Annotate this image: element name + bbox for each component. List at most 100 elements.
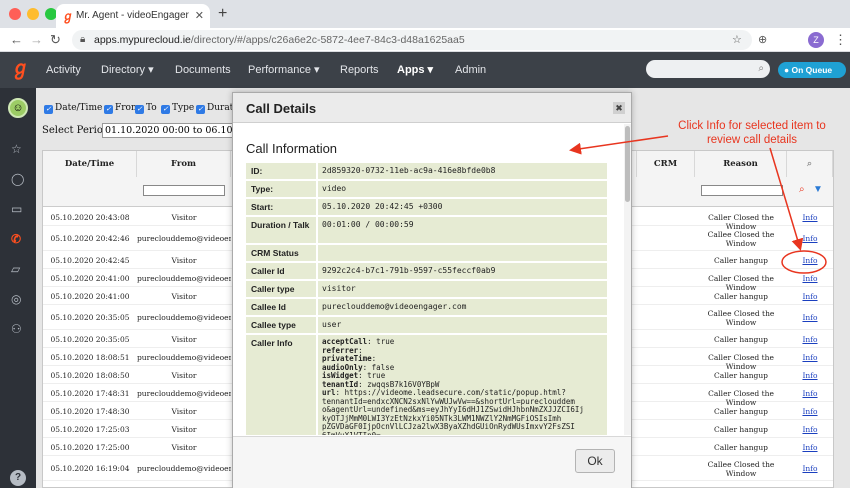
row-info-link[interactable]: Info <box>795 256 825 265</box>
user-avatar[interactable]: ☺ <box>8 98 28 118</box>
checkbox-checked-icon: ✓ <box>104 105 113 114</box>
url-path: /directory/#/apps/c26a6e2c-5872-4ee7-84c… <box>190 34 465 46</box>
call-info-value: 00:01:00 / 00:00:59 <box>318 217 607 243</box>
period-input[interactable]: 01.10.2020 00:00 to 06.10.2020 <box>102 123 242 138</box>
nav-admin[interactable]: Admin <box>455 63 486 77</box>
on-queue-toggle[interactable]: ● On Queue <box>778 62 846 78</box>
column-header-from[interactable]: From <box>137 151 231 177</box>
user-settings-icon[interactable]: ⚇ <box>11 322 22 336</box>
app-top-nav: ℊ Activity Directory ▾ Documents Perform… <box>0 52 850 88</box>
nav-performance[interactable]: Performance ▾ <box>248 63 320 77</box>
call-info-row: Start: 05.10.2020 20:42:45 +0300 <box>246 199 607 215</box>
row-datetime: 05.10.2020 20:35:05 <box>50 313 130 322</box>
row-info-link[interactable]: Info <box>795 389 825 398</box>
nav-activity[interactable]: Activity <box>46 63 81 77</box>
row-info-link[interactable]: Info <box>795 274 825 283</box>
row-reason: Caller hangup <box>714 406 768 416</box>
column-header-datetime[interactable]: Date/Time <box>43 151 137 177</box>
row-from: Visitor <box>171 442 197 452</box>
reload-icon[interactable]: ↻ <box>50 32 61 48</box>
call-info-row: Callee Id pureclouddemo@videoengager.com <box>246 299 607 315</box>
profile-avatar[interactable]: Z <box>808 32 824 48</box>
global-search-input[interactable]: ⌕ <box>646 60 770 78</box>
column-header-crm[interactable]: CRM <box>637 151 695 177</box>
back-arrow-icon[interactable]: ← <box>10 32 23 48</box>
browser-tab[interactable]: ℊ Mr. Agent - videoEngager ✕ <box>56 4 210 28</box>
row-info-link[interactable]: Info <box>795 292 825 301</box>
row-datetime: 05.10.2020 20:35:05 <box>50 334 130 344</box>
filter-funnel-icon[interactable]: ▼ <box>813 184 823 196</box>
dialog-title: Call Details <box>246 101 317 116</box>
row-info-link[interactable]: Info <box>795 234 825 243</box>
row-from: pureclouddemo@videoengager <box>137 313 231 322</box>
nav-reports[interactable]: Reports <box>340 63 379 77</box>
call-info-row: Type: video <box>246 181 607 197</box>
nav-apps[interactable]: Apps ▾ <box>397 63 433 77</box>
video-icon[interactable]: ▭ <box>11 202 22 216</box>
tab-title: Mr. Agent - videoEngager <box>76 10 189 21</box>
phone-icon[interactable]: ✆ <box>11 232 21 246</box>
search-icon[interactable]: ⌕ <box>799 184 805 196</box>
window-minimize-button[interactable] <box>27 8 39 20</box>
forward-arrow-icon[interactable]: → <box>30 32 43 48</box>
row-datetime: 05.10.2020 18:08:51 <box>50 352 130 362</box>
call-info-row: Callee type user <box>246 317 607 333</box>
call-info-label: Start: <box>246 199 316 215</box>
row-datetime: 05.10.2020 20:42:45 <box>50 255 130 265</box>
row-reason: Caller hangup <box>714 370 768 380</box>
filter-datetime[interactable]: ✓ Date/Time <box>44 102 102 114</box>
row-reason: Caller hangup <box>714 255 768 265</box>
chat-icon[interactable]: ◯ <box>11 172 24 186</box>
location-target-icon[interactable]: ⊕ <box>758 32 767 48</box>
bookmark-star-icon[interactable]: ☆ <box>732 32 742 48</box>
row-from: pureclouddemo@videoengager <box>137 273 231 283</box>
window-close-button[interactable] <box>9 8 21 20</box>
target-icon[interactable]: ◎ <box>11 292 21 306</box>
column-search-icon: ⌕ <box>787 151 833 177</box>
caller-info-value: : true <box>367 337 395 346</box>
row-info-link[interactable]: Info <box>795 213 825 222</box>
row-datetime: 05.10.2020 20:42:46 <box>50 234 130 243</box>
row-info-link[interactable]: Info <box>795 371 825 380</box>
inbox-icon[interactable]: ▱ <box>11 262 20 276</box>
address-bar-row: ← → ↻ 🔒︎ apps.mypurecloud.ie/directory/#… <box>0 28 850 52</box>
row-info-link[interactable]: Info <box>795 335 825 344</box>
nav-directory[interactable]: Directory ▾ <box>101 63 154 77</box>
call-info-row: ID: 2d859320-0732-11eb-ac9a-416e8bfde0b8 <box>246 163 607 179</box>
call-info-label: Callee type <box>246 317 316 333</box>
star-icon[interactable]: ☆ <box>11 142 22 156</box>
reason-filter-input[interactable] <box>701 185 783 196</box>
column-header-reason[interactable]: Reason <box>695 151 787 177</box>
from-filter-input[interactable] <box>143 185 225 196</box>
ok-button[interactable]: Ok <box>575 449 615 473</box>
call-info-value: user <box>318 317 607 333</box>
tab-close-icon[interactable]: ✕ <box>195 9 204 23</box>
row-info-link[interactable]: Info <box>795 425 825 434</box>
scrollbar-thumb[interactable] <box>625 126 630 202</box>
row-info-link[interactable]: Info <box>795 313 825 322</box>
checkbox-checked-icon: ✓ <box>135 105 144 114</box>
filter-to[interactable]: ✓ To <box>135 102 157 114</box>
row-from: Visitor <box>171 334 197 344</box>
url-input[interactable]: 🔒︎ apps.mypurecloud.ie/directory/#/apps/… <box>72 30 752 50</box>
call-info-label: Caller Info <box>246 335 316 435</box>
row-from: Visitor <box>171 424 197 434</box>
browser-menu-icon[interactable]: ⋮ <box>834 32 847 48</box>
dialog-close-icon[interactable]: ✖ <box>613 102 625 114</box>
row-info-link[interactable]: Info <box>795 464 825 473</box>
row-info-link[interactable]: Info <box>795 407 825 416</box>
nav-documents[interactable]: Documents <box>175 63 231 77</box>
row-info-link[interactable]: Info <box>795 353 825 362</box>
filter-type[interactable]: ✓ Type <box>161 102 194 114</box>
row-info-link[interactable]: Info <box>795 443 825 452</box>
checkbox-checked-icon: ✓ <box>161 105 170 114</box>
call-info-label: ID: <box>246 163 316 179</box>
annotation-text: Click Info for selected item to review c… <box>678 120 826 146</box>
row-from: pureclouddemo@videoengager <box>137 352 231 362</box>
help-icon[interactable]: ? <box>10 470 26 486</box>
new-tab-button[interactable]: + <box>218 5 227 23</box>
dialog-scrollbar[interactable] <box>624 124 631 435</box>
row-datetime: 05.10.2020 18:08:50 <box>50 370 130 380</box>
row-from: Visitor <box>171 255 197 265</box>
row-datetime: 05.10.2020 17:25:00 <box>50 442 130 452</box>
